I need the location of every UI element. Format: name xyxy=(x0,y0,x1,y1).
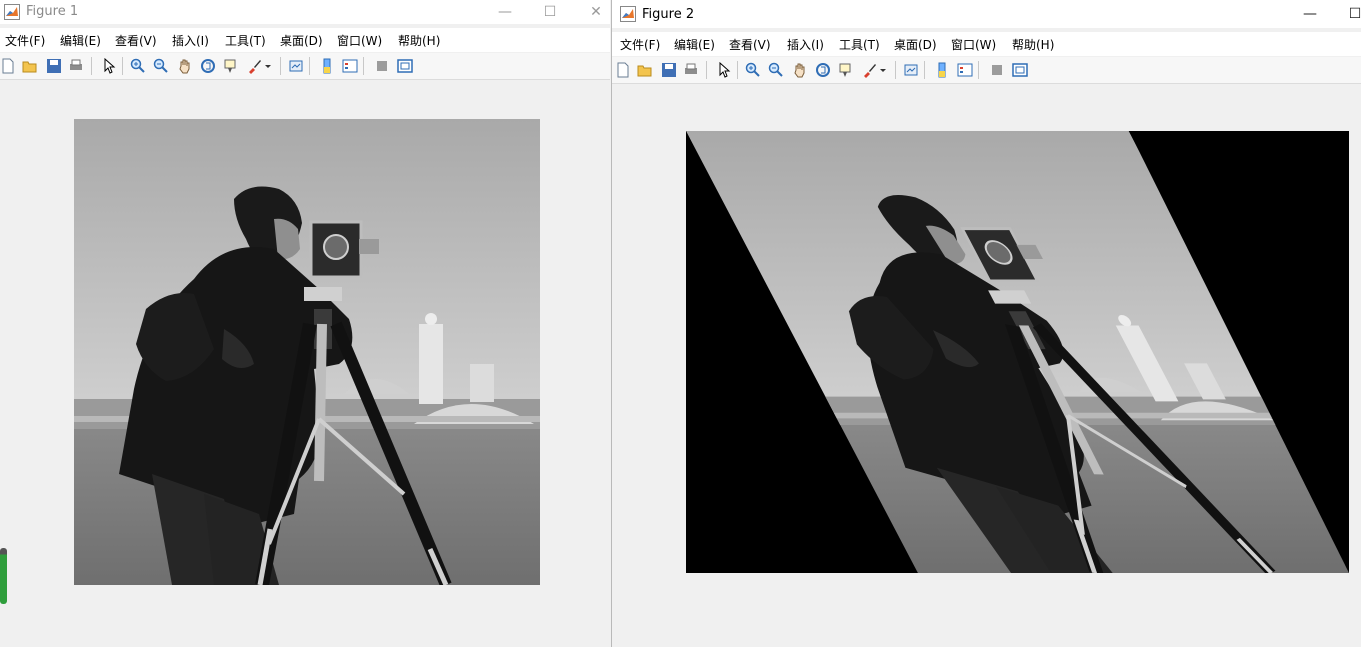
minimize-button[interactable]: — xyxy=(1287,2,1333,26)
maximize-button[interactable]: ☐ xyxy=(527,0,573,24)
close-button[interactable]: ✕ xyxy=(573,0,610,24)
new-figure-icon[interactable] xyxy=(613,60,633,80)
cameraman-image xyxy=(74,119,540,585)
edit-plot-arrow-icon[interactable] xyxy=(714,60,734,80)
toolbar-separator xyxy=(91,57,92,75)
menu-edit[interactable]: 编辑(E) xyxy=(60,32,101,49)
colorbar-icon[interactable] xyxy=(317,56,337,76)
menu-window[interactable]: 窗口(W) xyxy=(337,32,382,49)
toolbar-separator xyxy=(309,57,310,75)
menu-tools[interactable]: 工具(T) xyxy=(839,36,880,53)
link-plot-icon[interactable] xyxy=(901,60,921,80)
colorbar-icon[interactable] xyxy=(932,60,952,80)
menu-file[interactable]: 文件(F) xyxy=(620,36,660,53)
data-cursor-icon[interactable] xyxy=(836,60,856,80)
sheared-cameraman-image xyxy=(686,131,1349,573)
figure-2-window: Figure 2 — ☐ 文件(F) 编辑(E) 查看(V) 插入(I) 工具(… xyxy=(611,0,1361,647)
pan-hand-icon[interactable] xyxy=(175,56,195,76)
menu-bar: 文件(F) 编辑(E) 查看(V) 插入(I) 工具(T) 桌面(D) 窗口(W… xyxy=(0,28,610,52)
menu-view[interactable]: 查看(V) xyxy=(115,32,157,49)
matlab-logo-icon xyxy=(4,4,20,20)
rotate-3d-icon[interactable] xyxy=(198,56,218,76)
menu-window[interactable]: 窗口(W) xyxy=(951,36,996,53)
window-title: Figure 1 xyxy=(26,4,79,19)
hide-plot-tools-icon[interactable] xyxy=(372,56,392,76)
save-icon[interactable] xyxy=(44,56,64,76)
brush-icon[interactable] xyxy=(859,60,879,80)
save-icon[interactable] xyxy=(659,60,679,80)
show-plot-tools-icon[interactable] xyxy=(1010,60,1030,80)
menu-desktop[interactable]: 桌面(D) xyxy=(894,36,937,53)
open-file-icon[interactable] xyxy=(635,60,655,80)
toolbar-separator xyxy=(737,61,738,79)
toolbar-separator xyxy=(706,61,707,79)
scroll-handle[interactable] xyxy=(0,548,7,604)
menu-desktop[interactable]: 桌面(D) xyxy=(280,32,323,49)
title-bar[interactable]: Figure 2 — ☐ xyxy=(612,0,1361,28)
print-icon[interactable] xyxy=(681,60,701,80)
toolbar-separator xyxy=(280,57,281,75)
image-axes-original[interactable] xyxy=(74,119,540,585)
hide-plot-tools-icon[interactable] xyxy=(987,60,1007,80)
figure-1-window: Figure 1 — ☐ ✕ 文件(F) 编辑(E) 查看(V) 插入(I) 工… xyxy=(0,0,610,647)
menu-view[interactable]: 查看(V) xyxy=(729,36,771,53)
chevron-down-icon[interactable] xyxy=(262,56,274,76)
menu-file[interactable]: 文件(F) xyxy=(5,32,45,49)
menu-edit[interactable]: 编辑(E) xyxy=(674,36,715,53)
brush-icon[interactable] xyxy=(244,56,264,76)
link-plot-icon[interactable] xyxy=(286,56,306,76)
edit-plot-arrow-icon[interactable] xyxy=(99,56,119,76)
minimize-button[interactable]: — xyxy=(482,0,528,24)
zoom-in-icon[interactable] xyxy=(128,56,148,76)
zoom-in-icon[interactable] xyxy=(743,60,763,80)
print-icon[interactable] xyxy=(66,56,86,76)
show-plot-tools-icon[interactable] xyxy=(395,56,415,76)
zoom-out-icon[interactable] xyxy=(151,56,171,76)
legend-icon[interactable] xyxy=(340,56,360,76)
menu-tools[interactable]: 工具(T) xyxy=(225,32,266,49)
zoom-out-icon[interactable] xyxy=(766,60,786,80)
figure-toolbar xyxy=(0,53,610,80)
maximize-button[interactable]: ☐ xyxy=(1332,2,1361,26)
menu-bar: 文件(F) 编辑(E) 查看(V) 插入(I) 工具(T) 桌面(D) 窗口(W… xyxy=(612,32,1361,56)
matlab-logo-icon xyxy=(620,6,636,22)
rotate-3d-icon[interactable] xyxy=(813,60,833,80)
toolbar-separator xyxy=(924,61,925,79)
legend-icon[interactable] xyxy=(955,60,975,80)
menu-help[interactable]: 帮助(H) xyxy=(1012,36,1054,53)
toolbar-separator xyxy=(363,57,364,75)
new-figure-icon[interactable] xyxy=(0,56,18,76)
window-title: Figure 2 xyxy=(642,7,695,22)
title-bar[interactable]: Figure 1 — ☐ ✕ xyxy=(0,0,610,24)
figure-toolbar xyxy=(612,57,1361,84)
menu-help[interactable]: 帮助(H) xyxy=(398,32,440,49)
toolbar-separator xyxy=(122,57,123,75)
pan-hand-icon[interactable] xyxy=(790,60,810,80)
toolbar-separator xyxy=(895,61,896,79)
image-axes-sheared[interactable] xyxy=(686,131,1349,573)
open-file-icon[interactable] xyxy=(20,56,40,76)
menu-insert[interactable]: 插入(I) xyxy=(172,32,209,49)
menu-insert[interactable]: 插入(I) xyxy=(787,36,824,53)
chevron-down-icon[interactable] xyxy=(877,60,889,80)
toolbar-separator xyxy=(978,61,979,79)
data-cursor-icon[interactable] xyxy=(221,56,241,76)
